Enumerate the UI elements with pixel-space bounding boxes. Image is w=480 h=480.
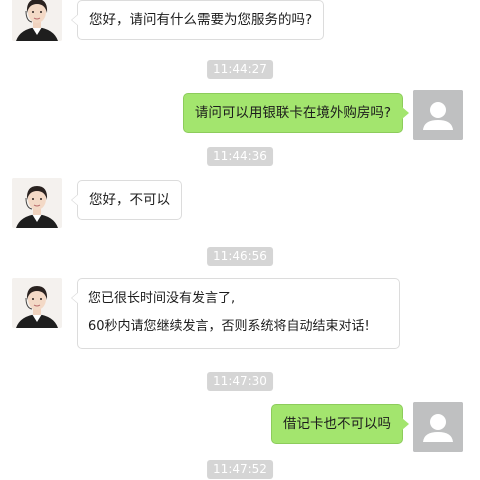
message-text-line-2: 60秒内请您继续发言，否则系统将自动结束对话!	[88, 319, 370, 334]
agent-message-bubble: 您好，不可以	[71, 180, 182, 220]
user-message-bubble: 借记卡也不可以吗	[271, 404, 409, 444]
customer-service-agent-icon	[12, 178, 62, 228]
agent-message-bubble: 您已很长时间没有发言了, 60秒内请您继续发言，否则系统将自动结束对话!	[71, 278, 400, 349]
timestamp: 11:46:56	[207, 247, 273, 266]
message-text: 您好，请问有什么需要为您服务的吗?	[89, 12, 313, 28]
timestamp: 11:44:27	[207, 60, 273, 79]
customer-service-agent-icon	[12, 278, 62, 328]
timestamp: 11:47:30	[207, 372, 273, 391]
agent-message-bubble: 您好，请问有什么需要为您服务的吗?	[70, 0, 325, 40]
agent-avatar[interactable]	[12, 0, 62, 41]
message-text: 您好，不可以	[89, 192, 170, 208]
user-message-bubble: 请问可以用银联卡在境外购房吗?	[182, 93, 410, 133]
agent-avatar[interactable]	[12, 178, 62, 228]
message-text: 请问可以用银联卡在境外购房吗?	[194, 105, 391, 121]
default-user-icon	[413, 402, 463, 452]
default-user-icon	[413, 90, 463, 140]
user-avatar[interactable]	[413, 402, 463, 452]
timestamp: 11:47:52	[207, 460, 273, 479]
timestamp: 11:44:36	[207, 147, 273, 166]
user-avatar[interactable]	[413, 90, 463, 140]
customer-service-agent-icon	[12, 0, 62, 41]
agent-avatar[interactable]	[12, 278, 62, 328]
message-text-line-1: 您已很长时间没有发言了,	[88, 291, 236, 306]
message-text: 借记卡也不可以吗	[283, 416, 391, 432]
